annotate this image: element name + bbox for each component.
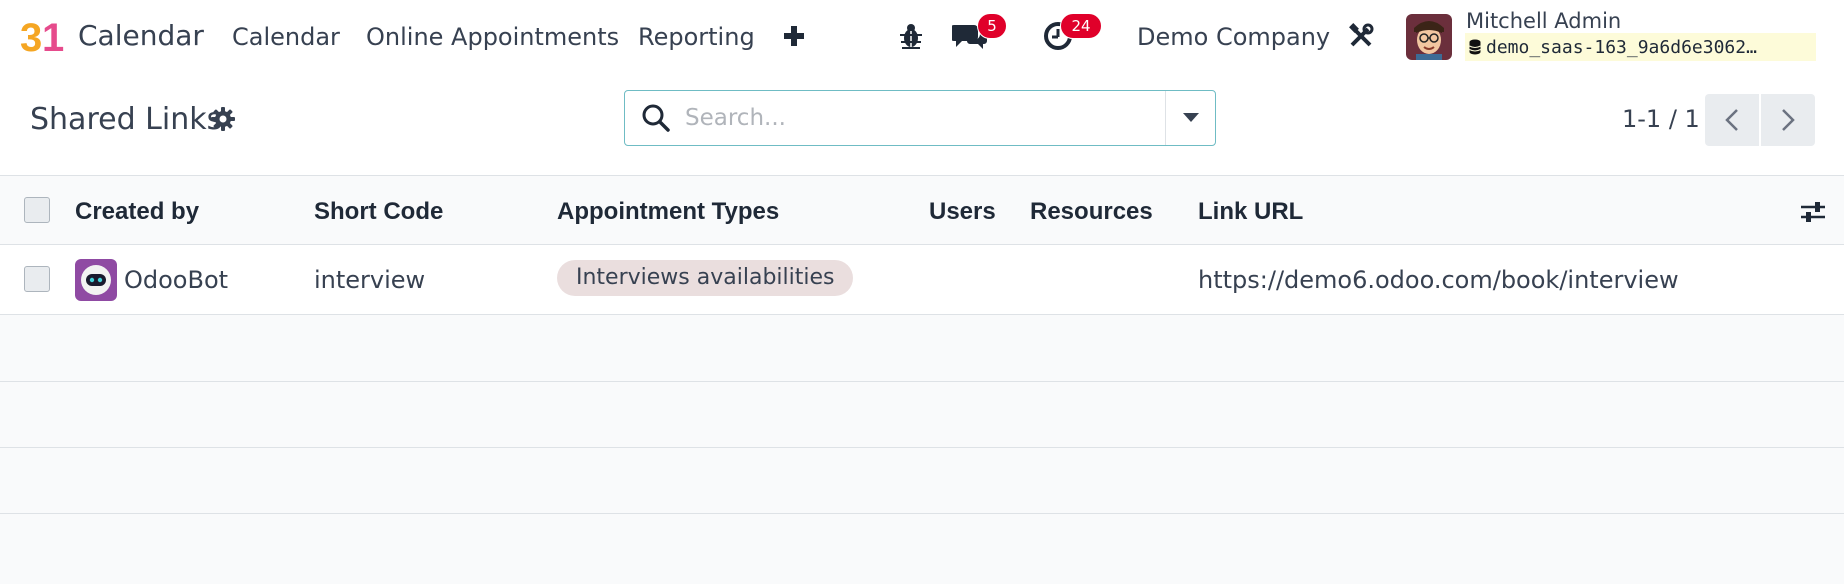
- calendar-app-logo-icon[interactable]: 3 1: [20, 14, 64, 58]
- column-users[interactable]: Users: [929, 197, 996, 227]
- messages-count-badge: 5: [977, 13, 1007, 39]
- top-navbar: 3 1 Calendar Calendar Online Appointment…: [0, 0, 1844, 74]
- pager-value[interactable]: 1-1 / 1: [1622, 104, 1700, 134]
- debug-bug-icon[interactable]: [896, 16, 926, 56]
- database-indicator: demo_saas-163_9a6d6e3062…: [1465, 33, 1816, 61]
- list-header: Created by Short Code Appointment Types …: [0, 177, 1844, 245]
- page-title: Shared Links: [30, 102, 223, 137]
- odoobot-avatar: [75, 259, 117, 301]
- company-switcher[interactable]: Demo Company: [1137, 20, 1330, 54]
- gear-icon[interactable]: [211, 107, 235, 131]
- pager-previous-button[interactable]: [1705, 94, 1759, 146]
- pager-next-button[interactable]: [1761, 94, 1815, 146]
- empty-row: [0, 316, 1844, 382]
- svg-text:1: 1: [42, 16, 64, 58]
- user-avatar[interactable]: [1406, 14, 1452, 60]
- search-box: [624, 90, 1216, 146]
- plus-icon[interactable]: [780, 20, 808, 52]
- menu-online-appointments[interactable]: Online Appointments: [366, 20, 619, 54]
- row-checkbox[interactable]: [24, 266, 50, 292]
- svg-text:3: 3: [20, 16, 42, 58]
- column-resources[interactable]: Resources: [1030, 197, 1153, 227]
- database-name: demo_saas-163_9a6d6e3062…: [1486, 36, 1757, 58]
- database-icon: [1469, 39, 1481, 55]
- created-by-cell: OdooBot: [124, 266, 229, 294]
- column-created-by[interactable]: Created by: [75, 197, 199, 227]
- column-short-code[interactable]: Short Code: [314, 197, 443, 227]
- column-appointment-types[interactable]: Appointment Types: [557, 197, 779, 227]
- empty-row: [0, 382, 1844, 448]
- optional-columns-sliders-icon[interactable]: [1798, 197, 1828, 227]
- menu-reporting[interactable]: Reporting: [638, 20, 755, 54]
- activities-count-badge: 24: [1060, 13, 1102, 39]
- short-code-cell: interview: [314, 266, 426, 294]
- caret-down-icon: [1182, 113, 1199, 122]
- app-name[interactable]: Calendar: [78, 18, 204, 54]
- empty-row: [0, 448, 1844, 514]
- table-row[interactable]: OdooBot interview Interviews availabilit…: [0, 245, 1844, 315]
- tools-icon[interactable]: [1346, 16, 1376, 56]
- appointment-type-tag: Interviews availabilities: [557, 260, 854, 296]
- search-input[interactable]: [685, 100, 1185, 136]
- menu-calendar[interactable]: Calendar: [232, 20, 340, 54]
- chevron-right-icon: [1782, 109, 1795, 131]
- user-name[interactable]: Mitchell Admin: [1466, 8, 1621, 34]
- column-link-url[interactable]: Link URL: [1198, 197, 1303, 227]
- select-all-checkbox[interactable]: [24, 197, 50, 223]
- search-options-toggle[interactable]: [1165, 91, 1215, 145]
- link-url-cell[interactable]: https://demo6.odoo.com/book/interview: [1198, 265, 1679, 295]
- search-icon: [642, 104, 670, 132]
- control-panel: Shared Links 1-1 / 1: [0, 74, 1844, 176]
- chevron-left-icon: [1725, 109, 1738, 131]
